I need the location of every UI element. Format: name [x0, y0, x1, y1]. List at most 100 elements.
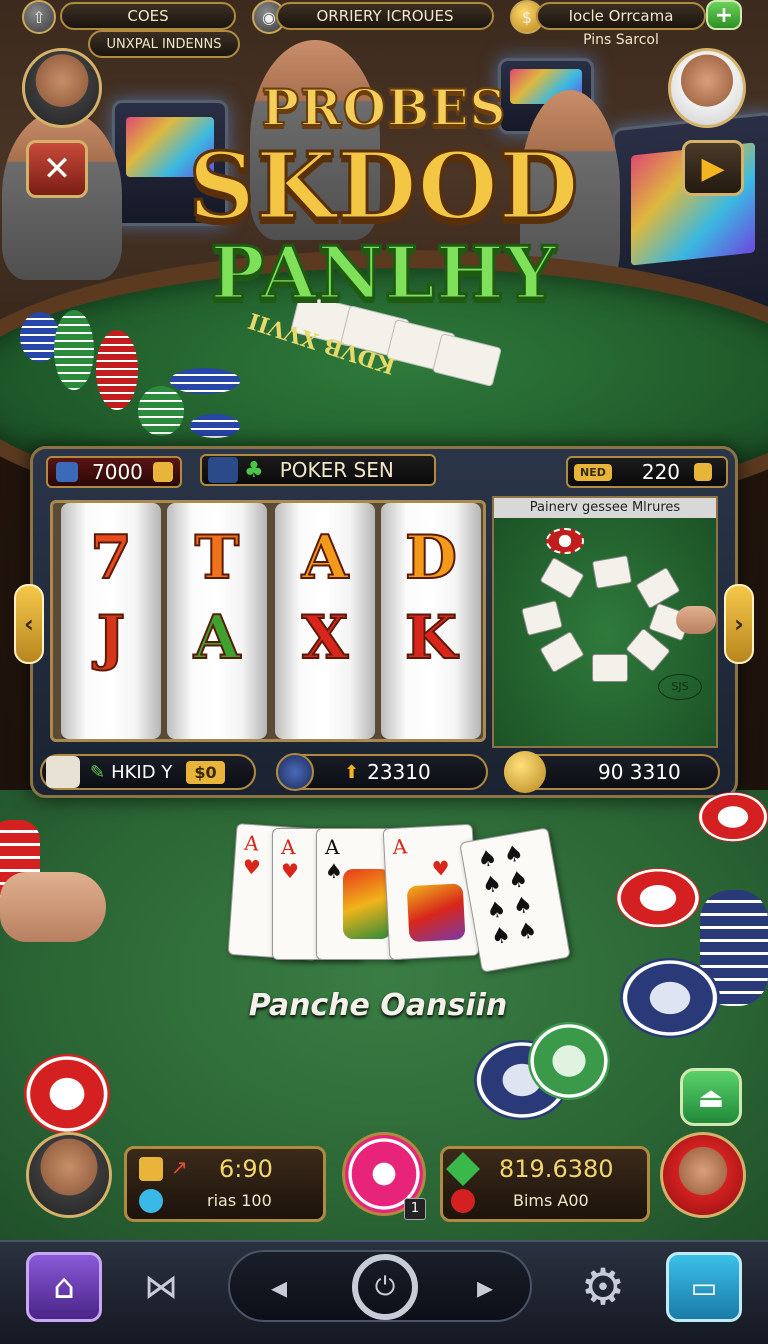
chip-stack-blue-3: [170, 368, 240, 394]
preview-card: [539, 630, 585, 674]
player-avatar-bottom-right[interactable]: [660, 1132, 746, 1218]
chevron-right-icon: ›: [734, 610, 744, 638]
dragon-art: [343, 869, 391, 939]
spade-pips: ♠ ♠ ♠ ♠ ♠ ♠ ♠ ♠: [475, 841, 540, 951]
poker-chip-green: [528, 1022, 610, 1100]
preview-title: Painerv gessee Mlrures: [494, 498, 716, 518]
hold-bar[interactable]: ✎ HKID Y $0: [40, 754, 256, 790]
home-button[interactable]: ⌂: [26, 1252, 102, 1322]
spin-button[interactable]: ⏻: [352, 1254, 418, 1320]
bet-badge: NED: [574, 463, 612, 481]
shield-icon: [56, 462, 78, 482]
bet-display: NED 220: [566, 456, 728, 488]
chip-stack-blue-2: [190, 414, 240, 438]
game-screen: KDVB XVVII ⇧ COES UNXPAL INDENNS ◉ ORRIE…: [0, 0, 768, 1344]
reel-4-mid-symbol: K: [404, 602, 458, 674]
preview-card: [539, 556, 585, 600]
game-name: POKER SEN: [279, 458, 394, 482]
bowtie-button[interactable]: ⋈: [136, 1262, 186, 1312]
left-main-value: 6:90: [219, 1155, 273, 1183]
coin-icon: [694, 463, 713, 481]
dragon-art: [406, 883, 466, 943]
hold-value: $0: [186, 760, 225, 784]
play-icon: ▸: [476, 1268, 494, 1306]
dice-icon: [46, 756, 80, 788]
next-arrow-button[interactable]: ›: [724, 584, 754, 664]
heart-icon: ♥: [281, 859, 299, 883]
player-stats-left: ↗ 6:90 rias 100: [124, 1146, 326, 1222]
power-icon: [139, 1189, 163, 1213]
player-avatar-bottom-left[interactable]: [26, 1132, 112, 1218]
poker-chip-red: [616, 868, 700, 928]
trend-icon: ↗: [171, 1155, 188, 1179]
player-hand-preview: [676, 606, 716, 634]
reel-2: T A: [167, 503, 267, 739]
card-rank: A: [391, 834, 408, 859]
chevron-left-icon: ◂: [270, 1268, 288, 1306]
chip-stack-green-2: [138, 386, 184, 436]
trophy-icon: [139, 1157, 163, 1181]
preview-stamp: SJS: [658, 674, 702, 700]
heart-icon: ♥: [431, 856, 451, 881]
credits-display: 7000: [46, 456, 182, 488]
wallet-button[interactable]: ▭: [666, 1252, 742, 1322]
plus-icon: +: [714, 2, 734, 28]
top-right-pill[interactable]: Iocle Orrcama: [536, 2, 706, 30]
bet-value: 220: [641, 460, 681, 484]
gear-icon: ⚙: [580, 1258, 626, 1316]
coin-icon: [152, 462, 173, 482]
top-left-pill[interactable]: COES: [60, 2, 236, 30]
win-bar: ⬆ 23310: [276, 753, 488, 791]
eject-button[interactable]: ⏏: [680, 1068, 742, 1126]
card-rank: A: [281, 835, 296, 859]
settings-button[interactable]: ⚙: [570, 1254, 636, 1320]
preview-card: [591, 555, 633, 589]
previous-button[interactable]: ◂: [254, 1262, 304, 1312]
reel-4-top-symbol: D: [404, 522, 458, 594]
logo-line-1: PROBES: [260, 77, 507, 138]
top-left-sub-pill: UNXPAL INDENNS: [88, 30, 240, 58]
card-rank: A: [325, 835, 340, 859]
credits-value: 7000: [92, 460, 143, 484]
total-value: 90 3310: [598, 760, 681, 784]
top-center-pill[interactable]: ORRIERY ICROUES: [276, 2, 494, 30]
game-name-bar: ♣ POKER SEN: [200, 454, 436, 486]
poker-chip-red: [698, 792, 768, 842]
reel-3-top-symbol: A: [301, 522, 350, 594]
reel-2-mid-symbol: A: [193, 602, 242, 674]
reel-3-mid-symbol: X: [301, 602, 350, 674]
slot-reels[interactable]: 7 J T A A X D K: [50, 500, 486, 742]
reel-2-top-symbol: T: [194, 522, 241, 594]
preview-chip: [546, 528, 584, 554]
up-arrow-icon: ⇧: [32, 7, 46, 27]
wallet-icon: ▭: [690, 1270, 718, 1304]
gem-icon: [446, 1152, 480, 1186]
player-stats-right: 819.6380 Bims A00: [440, 1146, 650, 1222]
logo-line-2: SKDOD: [187, 131, 580, 242]
gold-coin-icon: [504, 751, 546, 793]
chevron-left-icon: ‹: [24, 610, 34, 638]
add-coins-button[interactable]: +: [706, 0, 742, 30]
chip-stack-green: [54, 310, 94, 390]
next-button[interactable]: ▸: [460, 1262, 510, 1312]
heart-icon: ♥: [241, 854, 262, 880]
clover-icon: ♣: [244, 457, 264, 483]
poker-chip-navy: [620, 958, 720, 1038]
right-main-value: 819.6380: [499, 1155, 614, 1183]
prev-arrow-button[interactable]: ‹: [14, 584, 44, 664]
preview-card: [592, 654, 628, 682]
chip-stack-red: [96, 330, 138, 410]
power-icon: ⏻: [374, 1271, 396, 1302]
hold-label: HKID Y: [111, 761, 173, 783]
bowtie-icon: ⋈: [144, 1267, 178, 1307]
chip-icon: [451, 1189, 475, 1213]
back-button[interactable]: ⇧: [22, 0, 56, 34]
preview-card: [521, 600, 563, 636]
reel-1-mid-symbol: J: [96, 602, 126, 674]
logo-line-3: PANLHY: [209, 229, 558, 317]
reel-1: 7 J: [61, 503, 161, 739]
spade-icon: ♠: [325, 859, 343, 883]
card-rank: A: [243, 830, 260, 856]
pencil-icon: ✎: [90, 761, 106, 783]
top-right-sub-label: Pins Sarcol: [583, 32, 659, 48]
